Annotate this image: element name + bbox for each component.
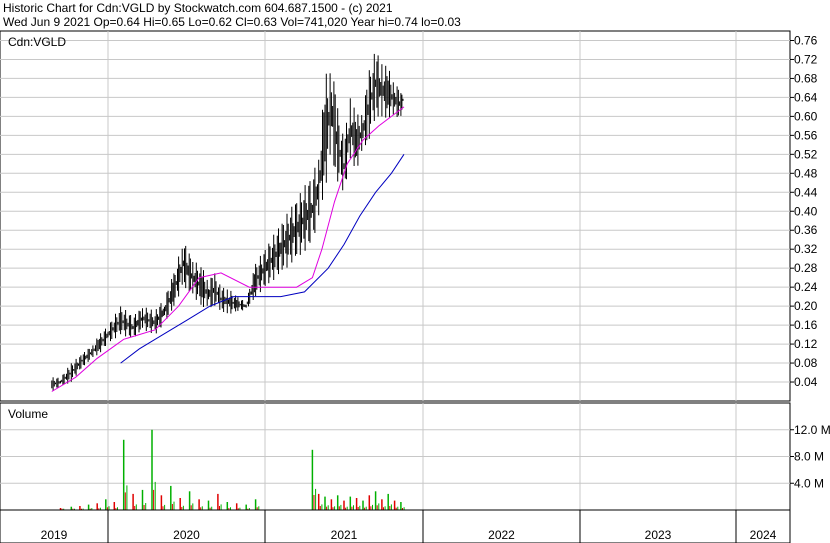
year-label: 2019: [41, 528, 68, 542]
price-panel-title: Cdn:VGLD: [8, 35, 66, 49]
year-label: 2023: [645, 528, 672, 542]
price-tick-label: 0.04: [794, 375, 818, 389]
price-tick-label: 0.60: [794, 109, 818, 123]
price-tick-label: 0.40: [794, 204, 818, 218]
year-label: 2021: [331, 528, 358, 542]
year-axis: 2019 2020 2021 2022 2023 2024: [0, 509, 791, 543]
price-tick-label: 0.64: [794, 90, 818, 104]
price-tick-label: 0.28: [794, 261, 818, 275]
volume-panel-title: Volume: [8, 407, 48, 421]
price-tick-label: 0.56: [794, 128, 818, 142]
volume-tick-label: 8.0 M: [794, 450, 824, 464]
chart-header-line2: Wed Jun 9 2021 Op=0.64 Hi=0.65 Lo=0.62 C…: [3, 15, 461, 29]
price-tick-label: 0.08: [794, 356, 818, 370]
year-axis-frame: [0, 509, 791, 543]
price-tick-label: 0.24: [794, 280, 818, 294]
price-panel: 0.04 0.08 0.12 0.16 0.20 0.24 0.28 0.32 0.36 0.40…: [0, 30, 818, 402]
price-y-axis: 0.04 0.08 0.12 0.16 0.20 0.24 0.28 0.32 0.36 0.40…: [790, 33, 818, 389]
chart-header-line1: Historic Chart for Cdn:VGLD by Stockwatc…: [3, 1, 393, 15]
year-label: 2022: [488, 528, 515, 542]
price-panel-frame: [0, 30, 791, 402]
price-tick-label: 0.72: [794, 52, 818, 66]
volume-y-axis: 4.0 M 8.0 M 12.0 M: [790, 423, 830, 490]
price-tick-label: 0.48: [794, 166, 818, 180]
volume-tick-label: 12.0 M: [794, 423, 830, 437]
stock-chart: Historic Chart for Cdn:VGLD by Stockwatc…: [0, 1, 830, 543]
price-tick-label: 0.44: [794, 185, 818, 199]
year-label: 2024: [750, 528, 777, 542]
price-tick-label: 0.32: [794, 242, 818, 256]
price-tick-label: 0.76: [794, 33, 818, 47]
year-label: 2020: [173, 528, 200, 542]
volume-tick-label: 4.0 M: [794, 476, 824, 490]
price-tick-label: 0.20: [794, 299, 818, 313]
volume-panel: 4.0 M 8.0 M 12.0 M Volume: [0, 402, 830, 511]
price-tick-label: 0.36: [794, 223, 818, 237]
price-tick-label: 0.68: [794, 71, 818, 85]
price-tick-label: 0.16: [794, 318, 818, 332]
price-tick-label: 0.12: [794, 337, 818, 351]
price-tick-label: 0.52: [794, 147, 818, 161]
